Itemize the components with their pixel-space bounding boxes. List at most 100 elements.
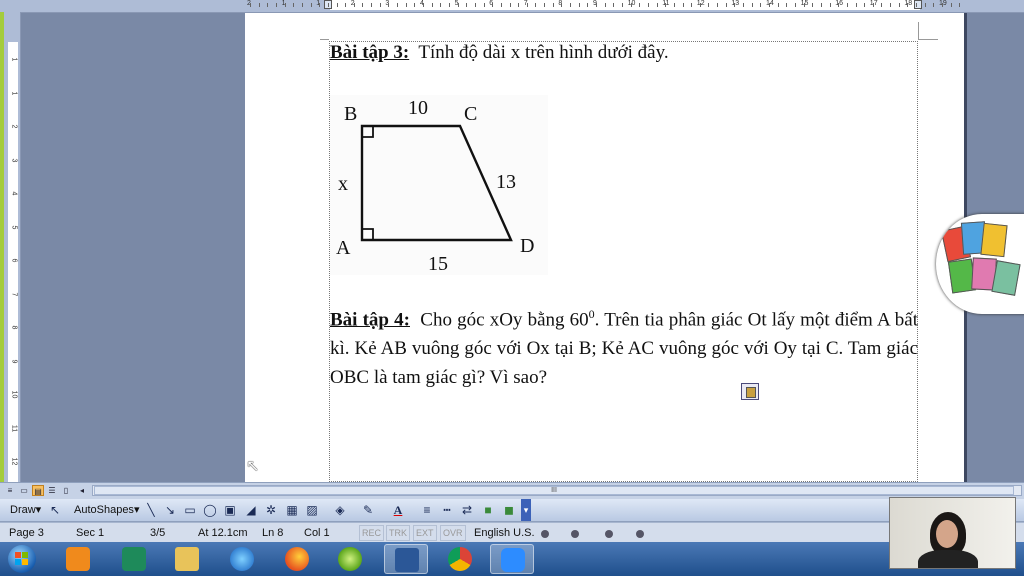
clip-art-icon[interactable]: ▦ [285,503,299,517]
right-angle-mark-b [362,126,374,138]
reading-layout-icon[interactable]: ▯ [60,485,72,496]
select-objects-icon[interactable]: ↖ [48,503,62,517]
ruler-tick [717,3,719,7]
ruler-tick [293,3,295,7]
view-and-scroll-row: ≡ ▭ ▤ ☰ ▯ ◂ III [0,482,1024,499]
ruler-tick [423,3,424,7]
toolbar-options-icon[interactable]: ▾ [521,499,531,521]
ruler-tick [812,3,814,7]
start-button[interactable] [2,542,42,576]
status-ext[interactable]: EXT [413,525,437,541]
taskbar-google-chrome[interactable] [438,544,482,574]
ruler-tick [769,3,770,7]
oval-icon[interactable]: ◯ [203,503,217,517]
normal-view-icon[interactable]: ≡ [4,485,16,496]
dash-style-icon[interactable]: ┅ [440,503,454,517]
exercise-4-paragraph[interactable]: Bài tập 4: Cho góc xOy bằng 600. Trên ti… [330,300,918,392]
ruler-tick [820,3,822,7]
ruler-tick [414,3,416,7]
ruler-tick [691,3,693,7]
trapezoid-shape [360,124,513,242]
status-language[interactable]: English U.S. [474,527,535,539]
font-color-icon[interactable]: A [391,503,405,517]
ruler-tick [474,3,476,7]
vertical-ruler[interactable]: 112345678910111213 [0,12,21,499]
3d-style-icon[interactable]: ◼ [502,503,516,517]
taskbar-firefox[interactable] [275,544,319,574]
horizontal-ruler[interactable]: 2112345678910111213141516171819 [0,0,1024,13]
print-layout-icon[interactable]: ▤ [32,485,44,496]
paste-options-icon[interactable] [741,383,759,400]
autoshapes-menu-button[interactable]: AutoShapes▾ [74,503,139,517]
status-column: Col 1 [304,527,330,539]
ruler-tick [829,3,831,7]
taskbar-microsoft-word[interactable] [384,544,428,574]
webcam-overlay [889,497,1016,569]
scroll-left-icon[interactable]: ◂ [76,485,88,496]
status-line: Ln 8 [262,527,284,539]
taskbar-app-green[interactable] [328,544,372,574]
taskbar-media-player[interactable] [56,544,100,574]
arrow-icon[interactable]: ↘ [163,503,177,517]
crop-mark [918,22,919,39]
windows-taskbar [0,542,1024,576]
exercise-4-text-after: . Trên tia phân giác Ot lấy một điểm A b… [330,309,918,389]
rectangle-icon[interactable]: ▭ [183,503,197,517]
ruler-tick [751,3,753,7]
ruler-tick [794,3,796,7]
status-trk[interactable]: TRK [386,525,410,541]
taskbar-internet-explorer[interactable] [220,544,264,574]
text-box-icon[interactable]: ▣ [223,503,237,517]
ruler-tick [950,3,952,7]
zoom-icon [501,548,525,572]
exercise-3-line[interactable]: Bài tập 3: Tính độ dài x trên hình dưới … [330,42,669,64]
draw-menu-button[interactable]: Draw▾ [10,503,41,517]
ruler-tick [743,3,745,7]
ruler-tick [397,3,399,7]
autoshapes-label: AutoShapes [74,504,134,516]
ruler-tick [535,3,537,7]
ruler-number: 9 [10,359,18,363]
shadow-style-icon[interactable]: ■ [481,503,495,517]
picture-icon[interactable]: ▨ [305,503,319,517]
diagram-icon[interactable]: ✲ [264,503,278,517]
line-style-icon[interactable]: ≡ [420,503,434,517]
taskbar-file-explorer[interactable] [165,544,209,574]
status-ovr[interactable]: OVR [440,525,466,541]
exercise-4-label: Bài tập 4: [330,309,410,331]
line-icon[interactable]: ╲ [144,503,158,517]
ruler-tick [924,3,926,7]
ruler-tick [362,3,364,7]
drawing-toolbar: Draw▾ ↖ AutoShapes▾ ╲ ↘ ▭ ◯ ▣ ◢ ✲ ▦ ▨ ◈ … [0,499,1024,522]
arrow-style-icon[interactable]: ⇄ [460,503,474,517]
ruler-tick [933,3,935,7]
presenter-face [936,520,958,548]
ruler-tick [457,3,459,7]
books-image [936,214,1024,314]
fill-color-icon[interactable]: ◈ [333,503,347,517]
line-color-icon[interactable]: ✎ [361,503,375,517]
ruler-number: 5 [10,225,18,229]
web-layout-icon[interactable]: ▭ [18,485,30,496]
ruler-tick [448,3,450,7]
book-cover [991,260,1021,296]
scrollbar-thumb[interactable]: III [94,486,1014,495]
taskbar-app[interactable] [112,544,156,574]
word-window: 2112345678910111213141516171819 11234567… [0,0,1024,576]
side-label-bottom: 15 [428,253,448,275]
taskbar-zoom[interactable] [490,544,534,574]
ruler-tick [639,3,641,7]
ruler-tick [959,3,961,7]
ruler-tick [275,3,277,7]
outline-view-icon[interactable]: ☰ [46,485,58,496]
ruler-number: 1 [10,91,18,95]
wordart-icon[interactable]: ◢ [244,503,258,517]
ruler-tick [855,3,857,7]
ruler-tick [881,3,883,7]
side-label-top: 10 [408,97,428,119]
trapezoid-figure[interactable]: B C A D 10 x 13 15 [330,95,548,275]
ruler-tick [250,3,251,7]
status-rec[interactable]: REC [359,525,385,541]
ruler-tick [500,3,502,7]
ruler-tick [544,3,546,7]
